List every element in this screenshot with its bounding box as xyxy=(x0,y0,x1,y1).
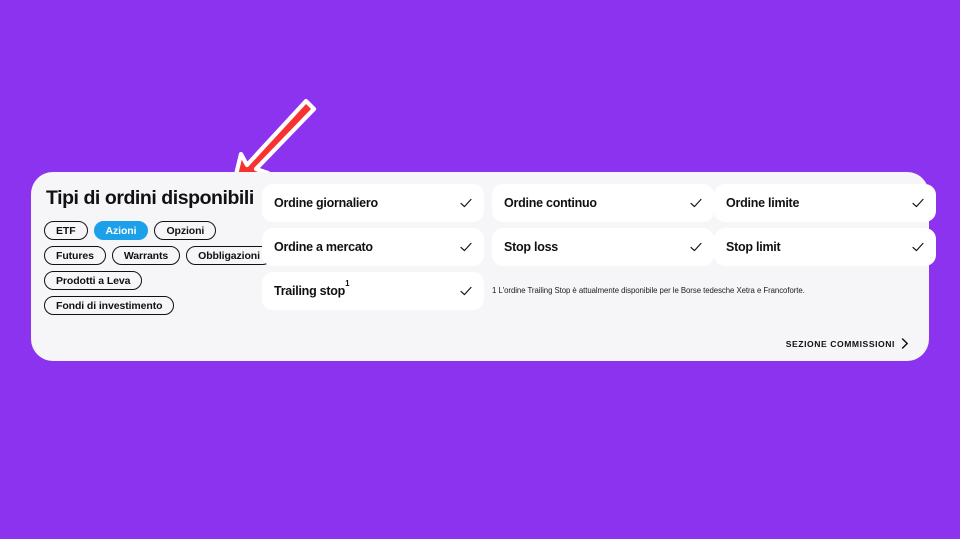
order-card-label: Trailing stop1 xyxy=(274,279,350,299)
footnote-marker: 1 xyxy=(345,279,350,289)
filter-chip-row: ETF Azioni Opzioni xyxy=(44,221,272,241)
check-icon xyxy=(460,198,472,208)
order-column-1: Ordine giornaliero Ordine a mercato Trai… xyxy=(262,184,484,316)
order-card-label-text: Trailing stop xyxy=(274,284,346,299)
order-card-ordine-giornaliero[interactable]: Ordine giornaliero xyxy=(262,184,484,222)
order-card-label: Stop limit xyxy=(726,240,781,254)
order-column-2: Ordine continuo Stop loss xyxy=(492,184,714,272)
filter-chip-etf[interactable]: ETF xyxy=(44,221,88,241)
order-card-label: Ordine continuo xyxy=(504,196,597,210)
filter-chip-opzioni[interactable]: Opzioni xyxy=(154,221,217,241)
check-icon xyxy=(690,242,702,252)
commissions-section-label: SEZIONE COMMISSIONI xyxy=(785,338,895,349)
check-icon xyxy=(460,242,472,252)
order-card-ordine-continuo[interactable]: Ordine continuo xyxy=(492,184,714,222)
order-card-label: Ordine a mercato xyxy=(274,240,373,254)
chevron-right-icon xyxy=(901,338,908,349)
check-icon xyxy=(912,198,924,208)
commissions-section-link[interactable]: SEZIONE COMMISSIONI xyxy=(786,338,909,349)
order-card-stop-limit[interactable]: Stop limit xyxy=(714,228,936,266)
order-card-stop-loss[interactable]: Stop loss xyxy=(492,228,714,266)
order-column-3: Ordine limite Stop limit xyxy=(714,184,936,272)
filter-chip-prodotti-a-leva[interactable]: Prodotti a Leva xyxy=(44,271,143,291)
check-icon xyxy=(690,198,702,208)
filter-chip-futures[interactable]: Futures xyxy=(44,246,106,266)
order-card-label: Stop loss xyxy=(504,240,559,254)
check-icon xyxy=(460,286,472,296)
order-card-ordine-a-mercato[interactable]: Ordine a mercato xyxy=(262,228,484,266)
order-types-panel: Tipi di ordini disponibili ETF Azioni Op… xyxy=(31,172,936,361)
page-title: Tipi di ordini disponibili xyxy=(46,187,254,209)
filter-chip-group: ETF Azioni Opzioni Futures Warrants Obbl… xyxy=(44,221,272,316)
order-card-label: Ordine limite xyxy=(726,196,800,210)
order-card-trailing-stop[interactable]: Trailing stop1 xyxy=(262,272,484,310)
filter-chip-row: Futures Warrants Obbligazioni xyxy=(44,246,272,266)
check-icon xyxy=(912,242,924,252)
filter-chip-fondi-di-investimento[interactable]: Fondi di investimento xyxy=(44,296,175,316)
filter-chip-obbligazioni[interactable]: Obbligazioni xyxy=(186,246,272,266)
screenshot-root: Tipi di ordini disponibili ETF Azioni Op… xyxy=(0,0,960,539)
filter-chip-row: Prodotti a Leva xyxy=(44,271,272,291)
order-types-grid: Ordine giornaliero Ordine a mercato Trai… xyxy=(261,184,936,351)
order-card-ordine-limite[interactable]: Ordine limite xyxy=(714,184,936,222)
filter-chip-azioni[interactable]: Azioni xyxy=(93,221,149,241)
panel-left-column: Tipi di ordini disponibili ETF Azioni Op… xyxy=(44,187,272,316)
filter-chip-warrants[interactable]: Warrants xyxy=(111,246,181,266)
footnote-text: 1 L'ordine Trailing Stop è attualmente d… xyxy=(492,286,805,295)
order-card-label: Ordine giornaliero xyxy=(274,196,378,210)
filter-chip-row: Fondi di investimento xyxy=(44,296,272,316)
